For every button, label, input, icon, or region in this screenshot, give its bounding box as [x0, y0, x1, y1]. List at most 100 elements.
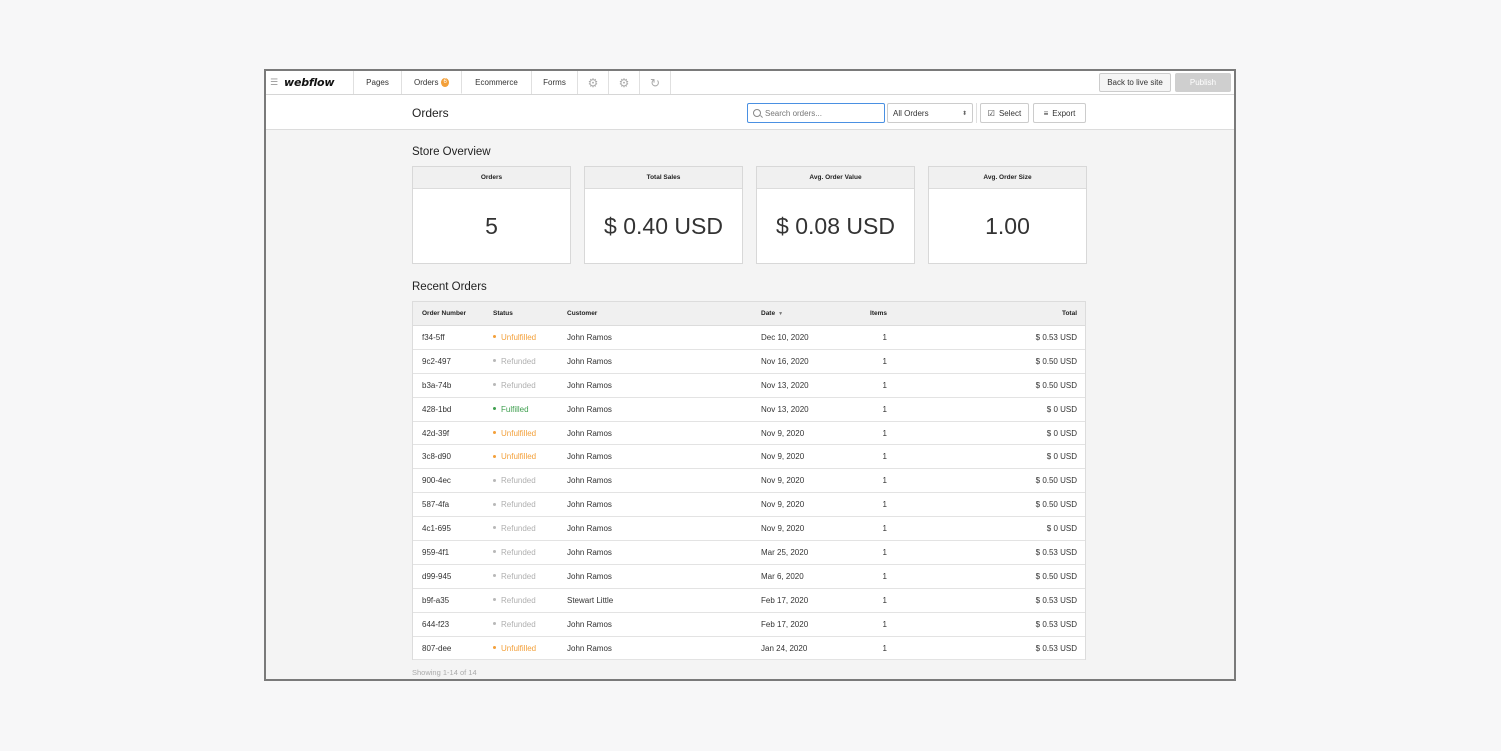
order-status-label: Refunded — [501, 571, 536, 581]
table-row[interactable]: d99-945 Refunded John Ramos Mar 6, 2020 1 $ 0… — [413, 565, 1085, 589]
table-row[interactable]: f34-5ff Unfulfilled John Ramos Dec 10, 2020… — [413, 326, 1085, 350]
table-row[interactable]: 807-dee Unfulfilled John Ramos Jan 24, 2020… — [413, 637, 1085, 661]
order-status-label: Fulfilled — [501, 404, 529, 414]
recent-orders-title: Recent Orders — [412, 281, 487, 293]
col-status[interactable]: Status — [493, 310, 567, 317]
tab-orders-label: Orders — [414, 77, 439, 87]
table-row[interactable]: 42d-39f Unfulfilled John Ramos Nov 9, 2020 1… — [413, 422, 1085, 446]
order-total: $ 0.50 USD — [1035, 571, 1077, 581]
order-items: 1 — [882, 404, 887, 414]
search-icon — [753, 109, 761, 117]
order-items: 1 — [882, 524, 887, 534]
col-order-number[interactable]: Order Number — [413, 310, 493, 317]
order-total: $ 0 USD — [1046, 428, 1077, 438]
order-items: 1 — [882, 380, 887, 390]
page-title: Orders — [412, 106, 449, 120]
table-row[interactable]: 3c8-d90 Unfulfilled John Ramos Nov 9, 2020 1… — [413, 445, 1085, 470]
top-nav: ☰ webflow Pages Orders 6 Ecommerce Forms… — [266, 71, 1234, 95]
order-date: Nov 9, 2020 — [761, 476, 805, 486]
order-date: Feb 17, 2020 — [761, 619, 809, 629]
webflow-logo[interactable]: webflow — [280, 71, 354, 94]
back-to-live-site-button[interactable]: Back to live site — [1099, 73, 1171, 92]
order-total: $ 0.50 USD — [1035, 356, 1077, 366]
backups-icon[interactable]: ↻ — [640, 71, 671, 94]
pagination-summary: Showing 1-14 of 14 — [412, 668, 477, 677]
integrations-icon[interactable]: ⚙ — [609, 71, 640, 94]
order-status-label: Refunded — [501, 476, 536, 486]
order-status: Refunded — [493, 381, 567, 390]
tab-forms[interactable]: Forms — [532, 71, 578, 94]
col-total[interactable]: Total — [887, 310, 1085, 317]
order-number: 9c2-497 — [422, 356, 451, 366]
orders-count-badge: 6 — [441, 77, 449, 87]
stat-card-value: $ 0.08 USD — [776, 212, 895, 239]
store-overview-title: Store Overview — [412, 146, 491, 158]
order-filter-select[interactable]: All Orders ⬍ — [887, 103, 973, 123]
publish-button[interactable]: Publish — [1175, 73, 1231, 92]
order-total: $ 0.53 USD — [1035, 595, 1077, 605]
tab-orders[interactable]: Orders 6 — [402, 71, 462, 94]
table-row[interactable]: b3a-74b Refunded John Ramos Nov 13, 2020 1 $ … — [413, 374, 1085, 398]
stat-card-orders: Orders 5 — [412, 166, 571, 264]
order-date: Nov 13, 2020 — [761, 380, 809, 390]
order-status-label: Unfulfilled — [501, 452, 537, 462]
order-status: Refunded — [493, 524, 567, 533]
status-dot-icon — [493, 335, 496, 339]
order-customer: John Ramos — [567, 332, 612, 342]
status-dot-icon — [493, 526, 496, 530]
select-button[interactable]: ☑ Select — [980, 103, 1029, 123]
order-customer: John Ramos — [567, 547, 612, 557]
status-dot-icon — [493, 430, 496, 434]
select-button-label: Select — [998, 108, 1022, 118]
status-dot-icon — [493, 454, 496, 458]
order-customer: Stewart Little — [567, 595, 614, 605]
tab-ecommerce[interactable]: Ecommerce — [462, 71, 532, 94]
order-status: Unfulfilled — [493, 452, 567, 461]
table-row[interactable]: 900-4ec Refunded John Ramos Nov 9, 2020 1 $ 0… — [413, 469, 1085, 494]
settings-gear-icon[interactable]: ⚙ — [578, 71, 609, 94]
stat-card-value: $ 0.40 USD — [604, 212, 723, 239]
order-date: Mar 25, 2020 — [761, 547, 809, 557]
order-total: $ 0.53 USD — [1035, 547, 1077, 557]
table-row[interactable]: 644-f23 Refunded John Ramos Feb 17, 2020 1 $ … — [413, 613, 1085, 637]
table-row[interactable]: 9c2-497 Refunded John Ramos Nov 16, 2020 1 $ … — [413, 350, 1085, 374]
table-row[interactable]: 959-4f1 Refunded John Ramos Mar 25, 2020 1 $ … — [413, 541, 1085, 565]
table-body: f34-5ff Unfulfilled John Ramos Dec 10, 2020… — [413, 326, 1085, 661]
tab-pages[interactable]: Pages — [354, 71, 402, 94]
order-status-label: Unfulfilled — [501, 428, 537, 438]
order-items: 1 — [882, 428, 887, 438]
table-row[interactable]: b9f-a35 Refunded Stewart Little Feb 17, 202… — [413, 589, 1085, 613]
order-number: 900-4ec — [422, 476, 451, 486]
col-items[interactable]: Items — [851, 310, 887, 317]
tab-forms-label: Forms — [543, 78, 566, 87]
order-status: Unfulfilled — [493, 333, 567, 342]
table-row[interactable]: 428-1bd Fulfilled John Ramos Nov 13, 2020 1 $… — [413, 398, 1085, 422]
hamburger-menu-icon[interactable]: ☰ — [268, 71, 280, 94]
order-customer: John Ramos — [567, 428, 612, 438]
table-row[interactable]: 587-4fa Refunded John Ramos Nov 9, 2020 1 $ 0… — [413, 493, 1085, 518]
col-date[interactable]: Date ▼ — [761, 310, 851, 317]
order-status: Fulfilled — [493, 405, 567, 414]
order-total: $ 0 USD — [1046, 404, 1077, 414]
order-date: Nov 16, 2020 — [761, 356, 809, 366]
stat-card-total-sales: Total Sales $ 0.40 USD — [584, 166, 743, 264]
order-status-label: Refunded — [501, 356, 536, 366]
table-row[interactable]: 4c1-695 Refunded John Ramos Nov 9, 2020 1 $ 0… — [413, 517, 1085, 542]
order-status-label: Unfulfilled — [501, 332, 537, 342]
order-customer: John Ramos — [567, 500, 612, 510]
export-button[interactable]: ≡ Export — [1033, 103, 1086, 123]
status-dot-icon — [493, 502, 496, 506]
status-dot-icon — [493, 645, 496, 649]
order-number: d99-945 — [422, 571, 452, 581]
search-input[interactable] — [765, 108, 875, 118]
status-dot-icon — [493, 574, 496, 578]
col-customer[interactable]: Customer — [567, 310, 761, 317]
order-status-label: Refunded — [501, 595, 536, 605]
order-items: 1 — [882, 500, 887, 510]
search-box[interactable] — [747, 103, 885, 123]
tab-pages-label: Pages — [366, 78, 389, 87]
order-date: Nov 9, 2020 — [761, 524, 805, 534]
stat-card-label: Avg. Order Value — [757, 167, 914, 189]
order-number: b3a-74b — [422, 380, 452, 390]
order-status-label: Unfulfilled — [501, 643, 537, 653]
